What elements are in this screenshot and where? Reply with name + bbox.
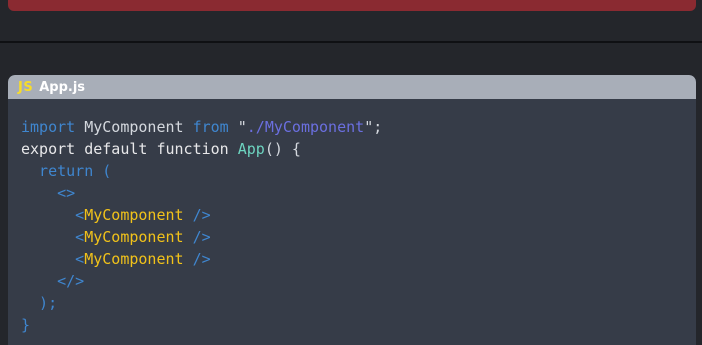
code-token: default <box>75 140 157 158</box>
code-token: /> <box>183 250 211 268</box>
code-token: import <box>21 118 76 136</box>
code-line: <MyComponent /> <box>21 226 382 248</box>
code-token: export <box>21 140 76 158</box>
filename-label: App.js <box>39 79 86 95</box>
code-token: < <box>21 250 85 268</box>
code-content: import MyComponent from "./MyComponent";… <box>21 116 382 336</box>
code-line: import MyComponent from "./MyComponent"; <box>21 116 382 138</box>
code-line: <MyComponent /> <box>21 248 382 270</box>
code-line: export default function App() { <box>21 138 382 160</box>
code-token: MyComponent <box>75 118 193 136</box>
code-token: () { <box>264 140 301 158</box>
js-icon: JS <box>18 79 34 95</box>
code-token: /> <box>183 228 211 246</box>
code-line: ); <box>21 292 382 314</box>
code-token: /> <box>183 206 211 224</box>
code-token: ); <box>21 294 58 312</box>
code-token: MyComponent <box>84 206 184 224</box>
code-line: return ( <box>21 160 382 182</box>
code-token: < <box>21 206 85 224</box>
code-token: from <box>192 118 229 136</box>
code-token: return ( <box>21 162 112 180</box>
code-line: } <box>21 314 382 336</box>
code-token: ./MyComponent <box>246 118 365 136</box>
code-token: "; <box>364 118 383 136</box>
code-token: </> <box>21 272 85 290</box>
file-tab: JS App.js <box>8 75 696 99</box>
code-token: < <box>21 228 85 246</box>
code-token: } <box>21 316 31 334</box>
code-token: MyComponent <box>84 228 184 246</box>
code-line: <MyComponent /> <box>21 204 382 226</box>
code-token: " <box>228 118 247 136</box>
code-line: </> <box>21 270 382 292</box>
code-token: function <box>156 140 229 158</box>
alert-banner <box>8 0 696 11</box>
code-token: <> <box>21 184 76 202</box>
code-block: JS App.js import MyComponent from "./MyC… <box>8 75 696 345</box>
code-line: <> <box>21 182 382 204</box>
section-divider <box>0 41 702 43</box>
code-token: MyComponent <box>84 250 184 268</box>
code-token: App <box>237 140 265 158</box>
